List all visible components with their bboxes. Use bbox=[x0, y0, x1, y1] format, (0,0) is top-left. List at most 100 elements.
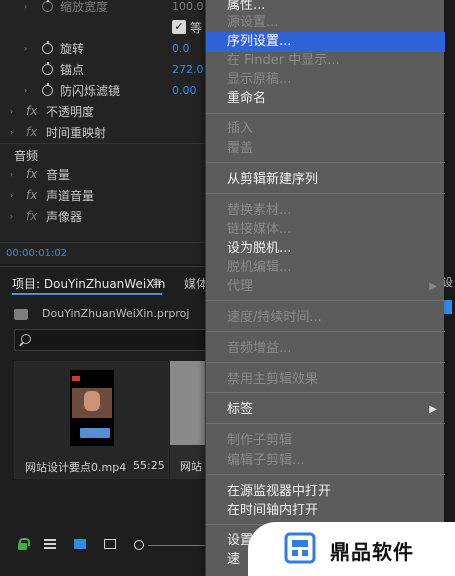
folder-icon bbox=[14, 308, 28, 320]
menu-item-label: 链接媒体... bbox=[227, 222, 292, 237]
zoom-slider-knob[interactable] bbox=[134, 540, 144, 550]
menu-item[interactable]: 音频增益... bbox=[206, 339, 445, 359]
menu-item-label: 源设置... bbox=[227, 15, 279, 30]
fx-icon[interactable]: fx bbox=[26, 104, 37, 118]
lock-icon[interactable] bbox=[16, 538, 30, 550]
menu-item[interactable]: 插入 bbox=[206, 119, 445, 139]
menu-item[interactable]: 显示原稿... bbox=[206, 70, 445, 90]
menu-item[interactable]: 序列设置... bbox=[206, 32, 445, 52]
menu-item[interactable]: 链接媒体... bbox=[206, 220, 445, 240]
project-bottom-toolbar bbox=[0, 533, 210, 557]
effect-label: 旋转 bbox=[60, 41, 85, 56]
menu-item-label: 代理 bbox=[227, 279, 254, 294]
menu-separator bbox=[206, 362, 445, 363]
tab-project[interactable]: 项目: DouYinZhuanWeiXin bbox=[12, 275, 165, 292]
active-tab-underline bbox=[12, 293, 162, 295]
effect-label: 声道音量 bbox=[46, 188, 95, 203]
audio-waveform-icon bbox=[80, 428, 110, 438]
stopwatch-icon[interactable] bbox=[42, 61, 53, 75]
menu-item[interactable]: 重命名 bbox=[206, 89, 445, 109]
clip-duration: 55:25 bbox=[133, 459, 165, 472]
chevron-right-icon[interactable]: › bbox=[10, 191, 13, 200]
menu-item[interactable]: 脱机编辑... bbox=[206, 258, 445, 278]
effect-label: 缩放宽度 bbox=[60, 0, 109, 14]
uniform-scale-checkbox[interactable]: ✓ bbox=[172, 20, 186, 34]
menu-item-label: 替换素材... bbox=[227, 203, 292, 218]
clip-thumbnail bbox=[70, 370, 114, 446]
chevron-right-icon[interactable]: › bbox=[24, 86, 27, 95]
project-file-row: DouYinZhuanWeiXin.prproj bbox=[14, 307, 189, 320]
menu-item-label: 属性... bbox=[227, 0, 266, 13]
menu-separator bbox=[206, 331, 445, 332]
fx-icon[interactable]: fx bbox=[26, 209, 37, 223]
submenu-arrow-icon: ▶ bbox=[429, 404, 437, 415]
menu-item[interactable]: 设为脱机... bbox=[206, 239, 445, 259]
timecode[interactable]: 00:00:01:02 bbox=[6, 248, 67, 259]
stopwatch-icon[interactable] bbox=[42, 82, 53, 96]
menu-item[interactable]: 覆盖 bbox=[206, 139, 445, 159]
stopwatch-icon[interactable] bbox=[42, 40, 53, 54]
menu-item-label: 序列设置... bbox=[227, 34, 292, 49]
bin-item[interactable]: 网站 bbox=[170, 361, 210, 479]
menu-item-label: 在源监视器中打开 bbox=[227, 484, 332, 499]
clip-name: 网站 bbox=[180, 460, 202, 473]
submenu-arrow-icon: ▶ bbox=[429, 281, 437, 292]
menu-item[interactable]: 从剪辑新建序列 bbox=[206, 170, 445, 190]
menu-item[interactable]: 替换素材... bbox=[206, 201, 445, 221]
fx-icon[interactable]: fx bbox=[26, 167, 37, 181]
list-view-icon[interactable] bbox=[44, 539, 56, 549]
menu-item[interactable]: 标签 ▶ bbox=[206, 400, 445, 420]
effect-label: 不透明度 bbox=[46, 104, 95, 119]
menu-item-label: 从剪辑新建序列 bbox=[227, 172, 319, 187]
menu-item-label: 显示原稿... bbox=[227, 72, 292, 87]
divider bbox=[0, 143, 210, 144]
freeform-view-icon[interactable] bbox=[104, 539, 116, 549]
effect-label: 时间重映射 bbox=[46, 125, 107, 140]
chevron-right-icon[interactable]: › bbox=[10, 170, 13, 179]
search-icon bbox=[21, 334, 31, 344]
zoom-slider[interactable] bbox=[148, 545, 208, 546]
menu-separator bbox=[206, 193, 445, 194]
effect-value[interactable]: 0.0 bbox=[172, 42, 190, 55]
menu-item[interactable]: 制作子剪辑 bbox=[206, 431, 445, 451]
menu-item[interactable]: 速度/持续时间... bbox=[206, 308, 445, 328]
fx-icon[interactable]: fx bbox=[26, 188, 37, 202]
menu-item[interactable]: 禁用主剪辑效果 bbox=[206, 370, 445, 390]
menu-item[interactable]: 在源监视器中打开 bbox=[206, 482, 445, 502]
fx-icon[interactable]: fx bbox=[26, 125, 37, 139]
menu-separator bbox=[206, 423, 445, 424]
chevron-right-icon[interactable]: › bbox=[24, 2, 27, 11]
menu-item-label: 速度/持续时间... bbox=[227, 310, 322, 325]
menu-item-label: 制作子剪辑 bbox=[227, 433, 293, 448]
clip-name: 网站设计要点0.mp4 bbox=[25, 461, 127, 474]
effect-value[interactable]: 100.0 bbox=[172, 0, 204, 13]
bin-item[interactable]: 网站设计要点0.mp4 55:25 bbox=[14, 361, 169, 479]
menu-item[interactable]: 编辑子剪辑... bbox=[206, 451, 445, 471]
menu-item-label: 速 bbox=[227, 552, 241, 567]
icon-view-icon[interactable] bbox=[74, 539, 86, 549]
chevron-right-icon[interactable]: › bbox=[24, 44, 27, 53]
menu-item-label: 音频增益... bbox=[227, 341, 292, 356]
search-input[interactable] bbox=[14, 329, 214, 351]
blue-marker bbox=[444, 300, 452, 314]
menu-separator bbox=[206, 392, 445, 393]
menu-item-label: 覆盖 bbox=[227, 141, 254, 156]
menu-item[interactable]: 代理 ▶ bbox=[206, 277, 445, 297]
menu-item[interactable]: 在时间轴内打开 bbox=[206, 501, 445, 521]
audio-section-label: 音频 bbox=[14, 149, 39, 163]
chevron-right-icon[interactable]: › bbox=[10, 107, 13, 116]
effect-value[interactable]: 0.00 bbox=[172, 84, 197, 97]
chevron-right-icon[interactable]: › bbox=[10, 128, 13, 137]
stopwatch-icon[interactable] bbox=[42, 0, 53, 12]
menu-item[interactable]: 在 Finder 中显示... bbox=[206, 51, 445, 71]
menu-item-label: 重命名 bbox=[227, 91, 267, 106]
menu-item-label: 编辑子剪辑... bbox=[227, 453, 305, 468]
effect-value[interactable]: 272.0 bbox=[172, 63, 204, 76]
chevron-right-icon[interactable]: › bbox=[10, 212, 13, 221]
panel-menu-icon[interactable]: ≡ bbox=[152, 275, 162, 289]
watermark: 鼎品软件 bbox=[248, 522, 455, 576]
uniform-scale-label: 等 bbox=[190, 21, 203, 35]
menu-item[interactable]: 源设置... bbox=[206, 13, 445, 33]
thumbnail-image bbox=[72, 388, 112, 418]
project-file-name: DouYinZhuanWeiXin.prproj bbox=[42, 307, 190, 320]
